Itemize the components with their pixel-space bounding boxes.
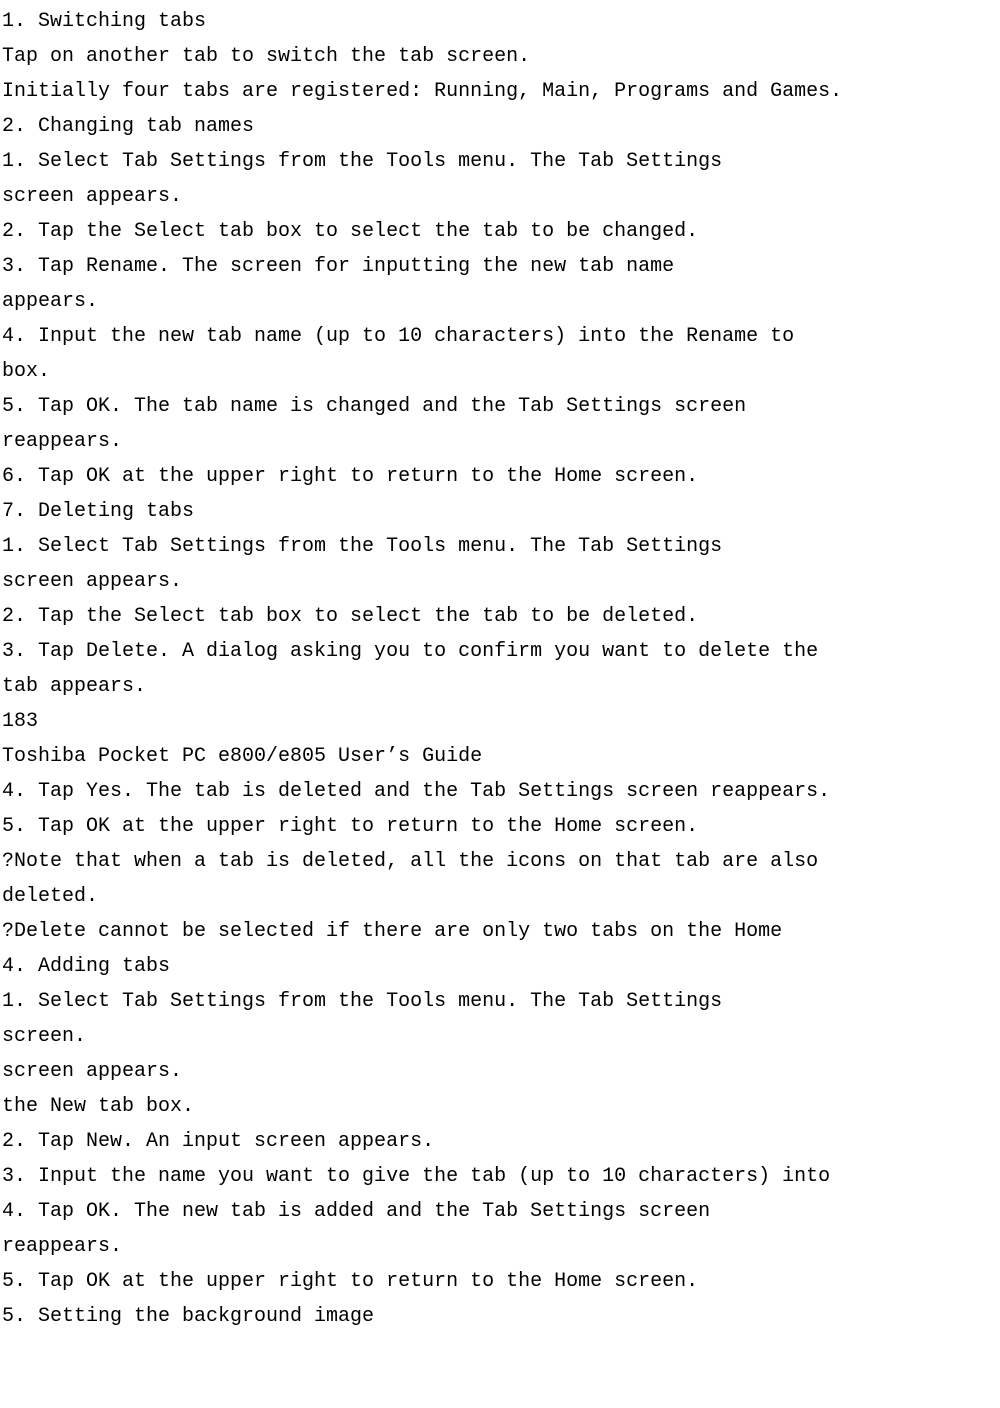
document-title: Toshiba Pocket PC e800/e805 User’s Guide <box>2 739 998 774</box>
text-line: reappears. <box>2 424 998 459</box>
text-line: 1. Select Tab Settings from the Tools me… <box>2 144 998 179</box>
text-line: 4. Tap OK. The new tab is added and the … <box>2 1194 998 1229</box>
text-line: 5. Tap OK at the upper right to return t… <box>2 1264 998 1299</box>
text-line: screen appears. <box>2 564 998 599</box>
text-line: 1. Select Tab Settings from the Tools me… <box>2 529 998 564</box>
text-line: screen appears. <box>2 1054 998 1089</box>
text-line: 3. Input the name you want to give the t… <box>2 1159 998 1194</box>
text-line: screen. <box>2 1019 998 1054</box>
text-line: 7. Deleting tabs <box>2 494 998 529</box>
text-line: 3. Tap Delete. A dialog asking you to co… <box>2 634 998 669</box>
text-line: 4. Input the new tab name (up to 10 char… <box>2 319 998 354</box>
text-line: ?Note that when a tab is deleted, all th… <box>2 844 998 879</box>
page-number: 183 <box>2 704 998 739</box>
text-line: 5. Tap OK. The tab name is changed and t… <box>2 389 998 424</box>
text-line: 2. Tap the Select tab box to select the … <box>2 214 998 249</box>
text-line: 4. Adding tabs <box>2 949 998 984</box>
text-line: screen appears. <box>2 179 998 214</box>
text-line: 2. Tap New. An input screen appears. <box>2 1124 998 1159</box>
text-line: Tap on another tab to switch the tab scr… <box>2 39 998 74</box>
text-line: 5. Tap OK at the upper right to return t… <box>2 809 998 844</box>
text-line: 1. Select Tab Settings from the Tools me… <box>2 984 998 1019</box>
text-line: appears. <box>2 284 998 319</box>
text-line: 4. Tap Yes. The tab is deleted and the T… <box>2 774 998 809</box>
text-line: 2. Tap the Select tab box to select the … <box>2 599 998 634</box>
text-line: the New tab box. <box>2 1089 998 1124</box>
text-line: 1. Switching tabs <box>2 4 998 39</box>
text-line: 6. Tap OK at the upper right to return t… <box>2 459 998 494</box>
document-body: 1. Switching tabs Tap on another tab to … <box>2 4 998 1334</box>
text-line: 2. Changing tab names <box>2 109 998 144</box>
text-line: 5. Setting the background image <box>2 1299 998 1334</box>
text-line: ?Delete cannot be selected if there are … <box>2 914 998 949</box>
text-line: tab appears. <box>2 669 998 704</box>
text-line: box. <box>2 354 998 389</box>
text-line: Initially four tabs are registered: Runn… <box>2 74 998 109</box>
text-line: reappears. <box>2 1229 998 1264</box>
text-line: deleted. <box>2 879 998 914</box>
text-line: 3. Tap Rename. The screen for inputting … <box>2 249 998 284</box>
